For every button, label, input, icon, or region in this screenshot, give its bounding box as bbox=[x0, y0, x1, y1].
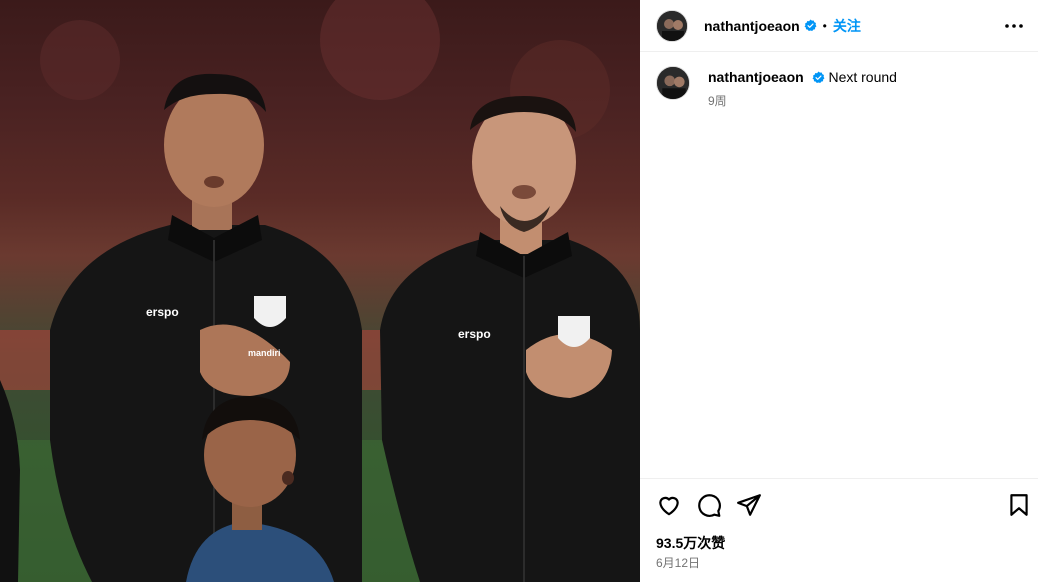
action-bar bbox=[640, 478, 1038, 530]
header-username[interactable]: nathantjoeaon bbox=[704, 18, 800, 34]
left-jersey-brand: erspo bbox=[146, 305, 179, 319]
caption-username[interactable]: nathantjoeaon bbox=[708, 69, 804, 85]
follow-button[interactable]: 关注 bbox=[833, 16, 861, 36]
sponsor-label: mandiri bbox=[248, 348, 281, 358]
right-jersey-brand: erspo bbox=[458, 327, 491, 341]
left-player: erspo mandiri bbox=[50, 73, 362, 582]
verified-badge-icon bbox=[812, 71, 825, 84]
caption-avatar[interactable] bbox=[656, 66, 690, 100]
avatar[interactable] bbox=[656, 9, 688, 42]
caption: nathantjoeaon Next round 9周 bbox=[640, 52, 1038, 123]
separator-dot: • bbox=[822, 18, 827, 33]
post-photo-illustration: erspo mandiri erspo bbox=[0, 0, 640, 582]
more-options-icon[interactable] bbox=[1002, 14, 1026, 38]
post-header: nathantjoeaon • 关注 bbox=[640, 0, 1038, 52]
verified-badge-icon bbox=[804, 19, 817, 32]
right-player: erspo bbox=[380, 96, 640, 582]
share-icon[interactable] bbox=[736, 492, 762, 518]
bookmark-icon[interactable] bbox=[1006, 492, 1032, 518]
post-date[interactable]: 6月12日 bbox=[656, 554, 700, 571]
caption-timestamp[interactable]: 9周 bbox=[708, 92, 897, 109]
post-photo[interactable]: erspo mandiri erspo bbox=[0, 0, 640, 582]
caption-text: Next round bbox=[828, 69, 897, 85]
comment-icon[interactable] bbox=[696, 492, 722, 518]
heart-icon[interactable] bbox=[656, 492, 682, 518]
like-count[interactable]: 93.5万次赞 bbox=[656, 533, 725, 553]
post-details-panel: nathantjoeaon • 关注 nathantjoeaon Next ro… bbox=[640, 0, 1038, 582]
